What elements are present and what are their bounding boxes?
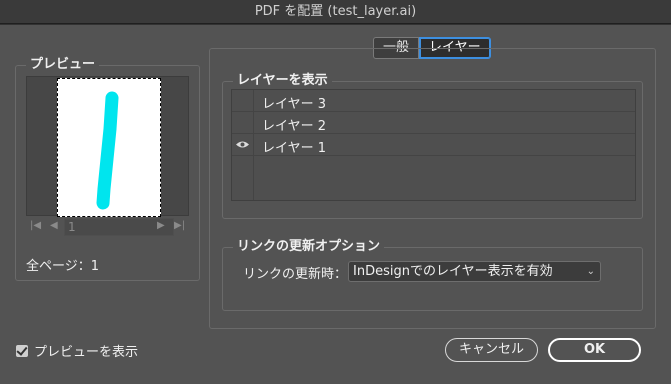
layer-name: レイヤー 2: [262, 119, 327, 134]
link-update-field-label: リンクの更新時：: [243, 267, 348, 282]
show-layers-label: レイヤーを表示: [233, 73, 332, 89]
empty-eye-column: [232, 156, 254, 200]
layer-row[interactable]: レイヤー 2: [232, 112, 635, 134]
layer-list: レイヤー 3 レイヤー 2 レイヤー 1: [231, 89, 636, 201]
layer-row[interactable]: レイヤー 1: [232, 134, 635, 156]
link-update-select[interactable]: InDesignでのレイヤー表示を有効 ⌄: [348, 261, 601, 282]
preview-page: [57, 78, 161, 217]
layer-list-empty: [232, 156, 635, 200]
preview-group: プレビュー |◀ ◀ 1 ▶ ▶| 全ページ：1: [15, 57, 200, 281]
show-layers-group: レイヤーを表示 レイヤー 3 レイヤー 2 レイヤー 1: [222, 73, 643, 219]
visibility-toggle[interactable]: [232, 90, 254, 111]
layer-row[interactable]: レイヤー 3: [232, 90, 635, 112]
ok-button[interactable]: OK: [548, 338, 641, 362]
preview-well: [26, 76, 189, 217]
next-page-icon[interactable]: ▶: [157, 220, 165, 231]
eye-icon: [236, 141, 249, 148]
link-update-group: リンクの更新オプション リンクの更新時： InDesignでのレイヤー表示を有効…: [222, 239, 643, 311]
page-navigator: |◀ ◀ 1 ▶ ▶|: [26, 218, 189, 236]
preview-label: プレビュー: [26, 57, 100, 73]
first-page-icon[interactable]: |◀: [30, 220, 41, 231]
prev-page-icon[interactable]: ◀: [50, 220, 58, 231]
last-page-icon[interactable]: ▶|: [174, 220, 185, 231]
cancel-button[interactable]: キャンセル: [445, 338, 538, 362]
preview-stroke: [96, 91, 119, 210]
link-update-label: リンクの更新オプション: [233, 239, 385, 255]
page-count: 全ページ：1: [26, 259, 100, 274]
show-preview-checkbox[interactable]: プレビューを表示: [16, 341, 138, 360]
link-update-selected: InDesignでのレイヤー表示を有効: [353, 264, 553, 279]
window-title: PDF を配置 (test_layer.ai): [0, 0, 671, 24]
chevron-down-icon: ⌄: [586, 266, 595, 277]
place-pdf-dialog: プレビュー |◀ ◀ 1 ▶ ▶| 全ページ：1 一般 レイヤー レイヤーを表示: [0, 25, 671, 384]
layer-name: レイヤー 3: [262, 97, 327, 112]
checkbox-icon[interactable]: [16, 344, 28, 357]
visibility-toggle[interactable]: [232, 134, 254, 155]
visibility-toggle[interactable]: [232, 112, 254, 133]
layer-name: レイヤー 1: [262, 141, 327, 156]
show-preview-label: プレビューを表示: [34, 345, 139, 360]
